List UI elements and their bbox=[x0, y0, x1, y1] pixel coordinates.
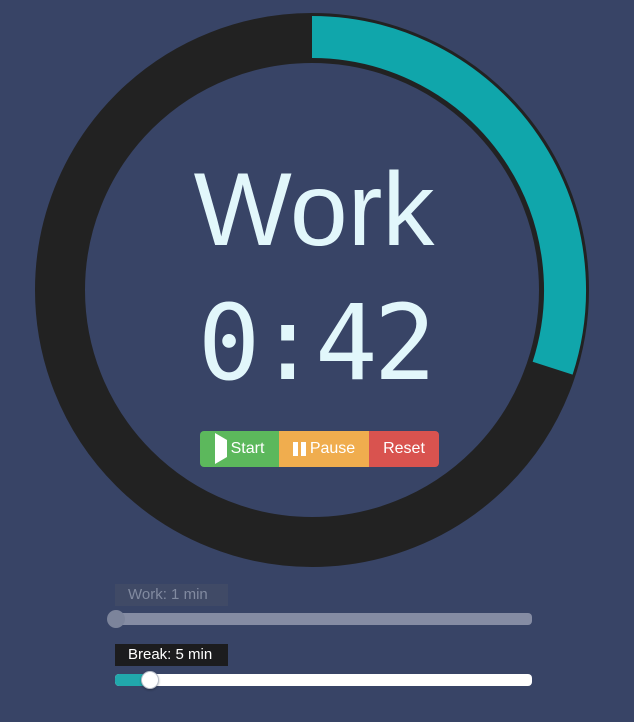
timer-controls: Start Pause Reset bbox=[200, 431, 439, 467]
play-icon bbox=[214, 433, 227, 464]
reset-button-label: Reset bbox=[383, 440, 425, 457]
break-duration-slider[interactable] bbox=[115, 671, 532, 689]
start-button[interactable]: Start bbox=[200, 431, 279, 467]
break-slider-thumb[interactable] bbox=[141, 671, 159, 689]
pause-icon bbox=[292, 442, 306, 456]
pause-button-label: Pause bbox=[309, 440, 356, 457]
time-display: 0:42 bbox=[197, 282, 436, 404]
pause-button[interactable]: Pause bbox=[279, 431, 369, 467]
reset-button[interactable]: Reset bbox=[369, 431, 439, 467]
work-slider-thumb[interactable] bbox=[107, 610, 125, 628]
timer-app: Work 0:42 Start Pause Reset Work: 1 min … bbox=[0, 0, 634, 722]
work-duration-label: Work: 1 min bbox=[115, 584, 228, 606]
start-button-label: Start bbox=[230, 440, 265, 457]
work-duration-slider[interactable] bbox=[107, 610, 532, 628]
break-duration-label: Break: 5 min bbox=[115, 644, 228, 666]
mode-label: Work bbox=[193, 152, 435, 268]
